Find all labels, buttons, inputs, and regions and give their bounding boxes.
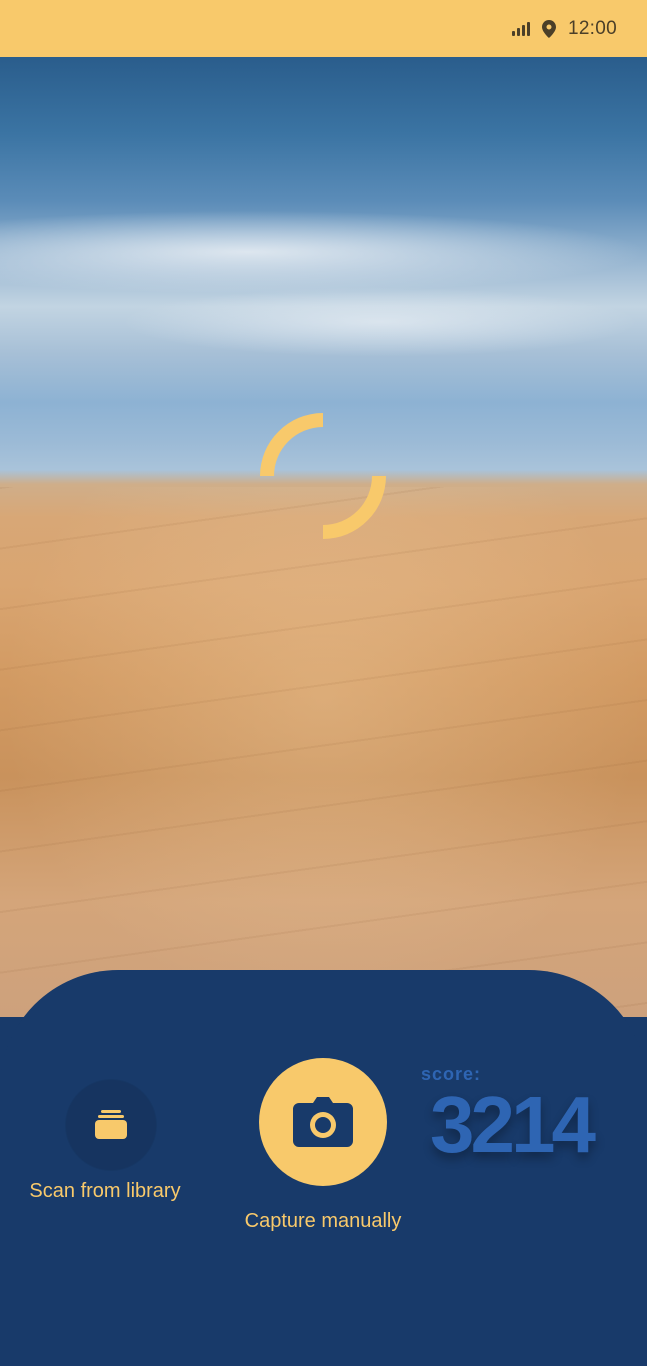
status-bar: 12:00 [0, 0, 647, 57]
sea-wave [0, 207, 647, 297]
scan-from-library-button[interactable] [66, 1080, 156, 1170]
sand-texture [0, 487, 647, 1017]
signal-icon [511, 21, 530, 36]
camera-screen: 12:00 Scan from library Capture manually… [0, 0, 647, 1366]
bottom-action-panel: Scan from library Capture manually score… [0, 970, 647, 1366]
location-pin-icon [541, 19, 556, 38]
sea-wave [120, 287, 640, 357]
library-stack-icon [94, 1110, 128, 1140]
capture-manually-button[interactable] [259, 1058, 387, 1186]
camera-icon [293, 1097, 353, 1147]
scan-from-library-label: Scan from library [29, 1180, 181, 1202]
status-time: 12:00 [567, 17, 617, 39]
capture-manually-label: Capture manually [244, 1210, 402, 1232]
score-value: 3214 [430, 1080, 596, 1169]
